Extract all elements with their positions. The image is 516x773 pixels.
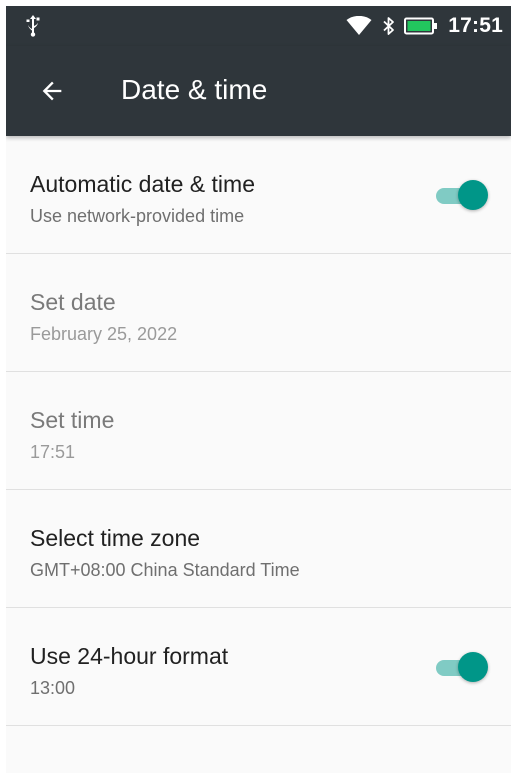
toggle-thumb: [458, 180, 488, 210]
automatic-date-time-toggle[interactable]: [432, 178, 488, 214]
wifi-icon: [346, 16, 372, 35]
page-title: Date & time: [121, 74, 268, 105]
status-icons: 17:51: [346, 6, 503, 46]
status-bar: 17:51: [6, 6, 511, 46]
arrow-back-icon: [42, 81, 62, 101]
setting-set-date[interactable]: Set date February 25, 2022: [6, 254, 511, 372]
setting-subtitle: February 25, 2022: [30, 324, 178, 344]
screen-edge: [511, 0, 516, 773]
setting-automatic-date-time[interactable]: Automatic date & time Use network-provid…: [6, 136, 511, 254]
setting-subtitle: 17:51: [30, 442, 76, 462]
status-clock: 17:51: [448, 14, 503, 37]
usb-icon: [26, 15, 40, 37]
setting-subtitle: 13:00: [30, 678, 76, 698]
setting-set-time[interactable]: Set time 17:51: [6, 372, 511, 490]
settings-list: Automatic date & time Use network-provid…: [6, 136, 511, 726]
setting-title: Set date: [30, 289, 116, 315]
bluetooth-icon: [383, 17, 395, 35]
battery-icon: [404, 17, 438, 35]
setting-title: Use 24-hour format: [30, 643, 229, 669]
settings-screen: 17:51 Date & time Automatic date & time …: [6, 6, 511, 773]
setting-title: Select time zone: [30, 525, 201, 551]
setting-use-24-hour-format[interactable]: Use 24-hour format 13:00: [6, 608, 511, 726]
app-bar: Date & time: [6, 46, 511, 136]
setting-subtitle: GMT+08:00 China Standard Time: [30, 560, 300, 580]
setting-title: Set time: [30, 407, 115, 433]
setting-select-time-zone[interactable]: Select time zone GMT+08:00 China Standar…: [6, 490, 511, 608]
back-button[interactable]: [28, 67, 76, 115]
toggle-thumb: [458, 652, 488, 682]
setting-subtitle: Use network-provided time: [30, 206, 245, 226]
use-24-hour-format-toggle[interactable]: [432, 650, 488, 686]
setting-title: Automatic date & time: [30, 171, 255, 197]
